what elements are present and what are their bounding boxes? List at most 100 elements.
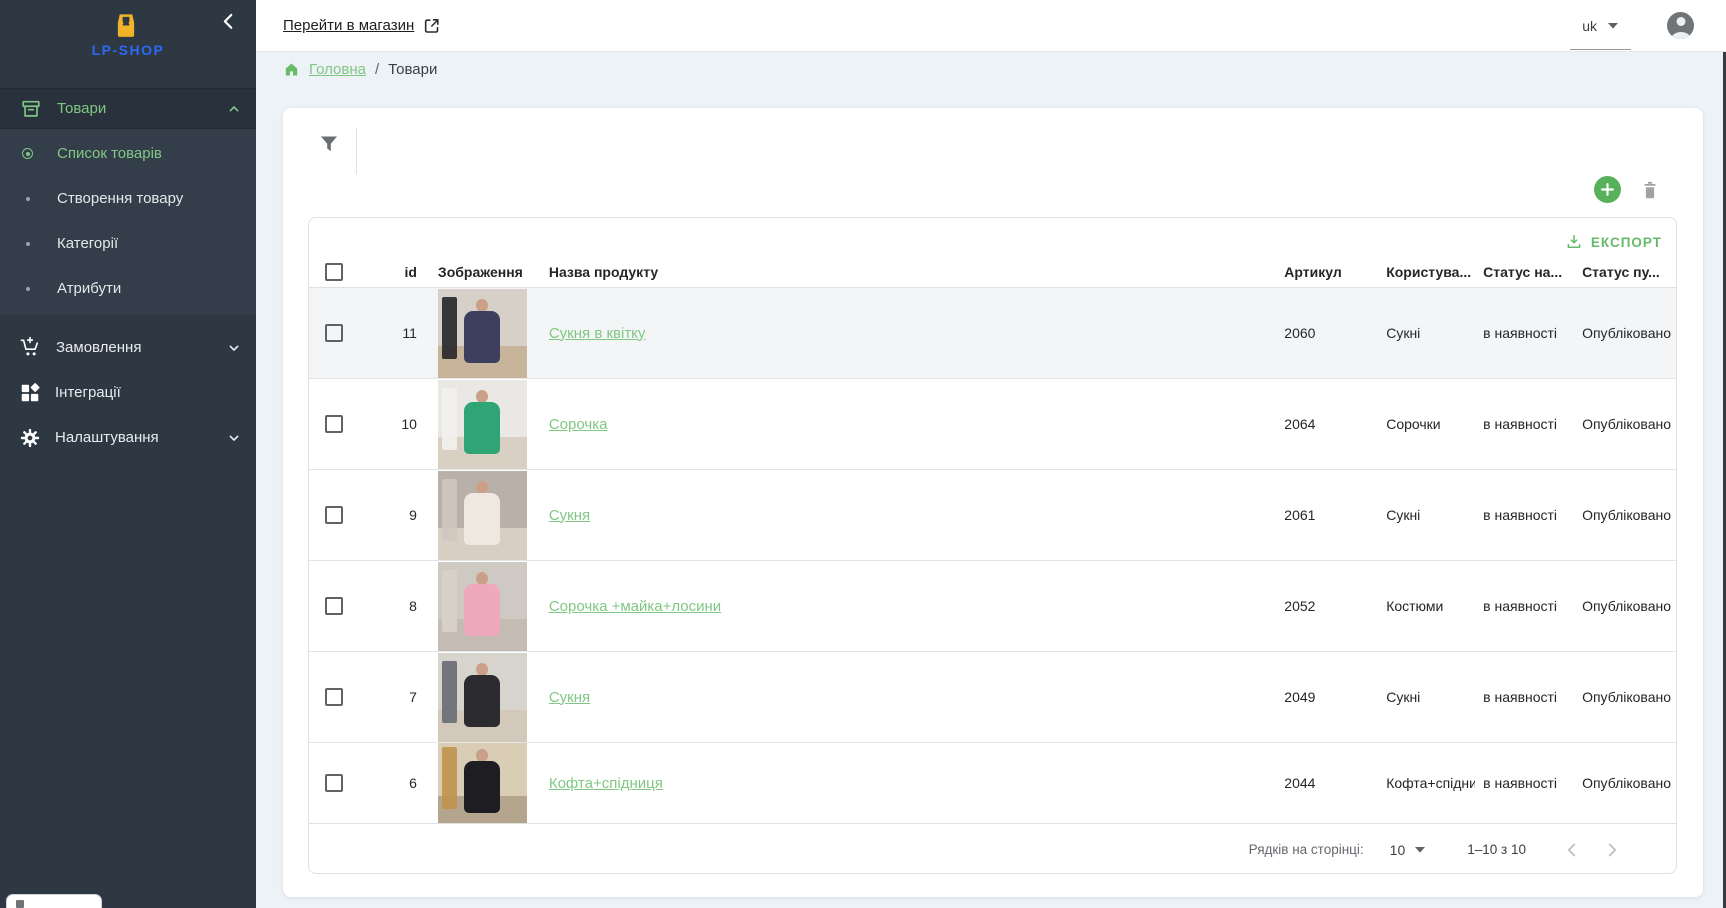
cell-publish-status: Опубліковано — [1574, 561, 1676, 651]
chevron-up-icon — [226, 101, 242, 117]
cell-sku: 2060 — [1276, 288, 1378, 378]
cell-publish-status: Опубліковано — [1574, 652, 1676, 742]
header-publish-status[interactable]: Статус пу... — [1574, 256, 1676, 287]
add-shopping-cart-icon — [19, 336, 42, 359]
sidebar-item-label: Налаштування — [55, 429, 159, 446]
bullet-icon — [26, 242, 30, 246]
sidebar-item-label: Створення товару — [57, 190, 183, 207]
cell-sku: 2049 — [1276, 652, 1378, 742]
product-link[interactable]: Сукня в квітку — [549, 325, 646, 342]
next-page-button[interactable] — [1600, 838, 1624, 862]
chevron-left-icon — [220, 12, 238, 30]
header-stock-status[interactable]: Статус на... — [1475, 256, 1574, 287]
cell-category: Сорочки — [1378, 379, 1475, 469]
row-checkbox[interactable] — [325, 324, 343, 342]
table-row: 9 Сукня 2061 Сукні в наявності Опубліков… — [309, 470, 1676, 561]
sidebar-collapse-button[interactable] — [216, 8, 242, 34]
chevron-left-icon — [1561, 839, 1583, 861]
logo-area: LP-SHOP — [0, 0, 256, 88]
add-product-button[interactable] — [1594, 176, 1621, 203]
product-image — [438, 289, 527, 378]
breadcrumb-current: Товари — [388, 61, 437, 78]
row-checkbox[interactable] — [325, 688, 343, 706]
header-image[interactable]: Зображення — [421, 256, 533, 287]
product-link[interactable]: Сорочка +майка+лосини — [549, 598, 721, 615]
external-link-icon — [422, 16, 442, 36]
sidebar-item-create-product[interactable]: Створення товару — [0, 176, 256, 221]
shop-bag-logo-icon — [111, 10, 141, 40]
export-button[interactable]: ЕКСПОРТ — [1565, 233, 1662, 251]
cell-stock-status: в наявності — [1475, 561, 1574, 651]
sidebar-item-settings[interactable]: Налаштування — [0, 415, 256, 460]
cell-sku: 2061 — [1276, 470, 1378, 560]
sidebar-item-products[interactable]: Товари — [0, 88, 256, 129]
cell-stock-status: в наявності — [1475, 470, 1574, 560]
pagination: Рядків на сторінці: 10 1–10 з 10 — [309, 823, 1676, 874]
product-image — [438, 743, 527, 823]
filter-button[interactable] — [319, 134, 341, 156]
funnel-filter-icon — [319, 134, 341, 154]
table-row: 6 Кофта+спідниця 2044 Кофта+спідниц в на… — [309, 743, 1676, 823]
rows-per-page-select[interactable]: 10 — [1390, 842, 1426, 858]
logo-text: LP-SHOP — [0, 42, 256, 58]
cell-stock-status: в наявності — [1475, 743, 1574, 823]
cell-publish-status: Опубліковано — [1574, 288, 1676, 378]
integrations-grid-icon — [19, 382, 41, 404]
cell-id: 9 — [363, 470, 421, 560]
header-id[interactable]: id — [363, 256, 421, 287]
caret-down-icon — [1608, 23, 1618, 29]
row-checkbox[interactable] — [325, 415, 343, 433]
chevron-right-icon — [1601, 839, 1623, 861]
select-all-checkbox[interactable] — [325, 263, 343, 281]
cell-id: 6 — [363, 743, 421, 823]
sidebar-item-product-list[interactable]: Список товарів — [0, 131, 256, 176]
cell-publish-status: Опубліковано — [1574, 379, 1676, 469]
breadcrumb-home-link[interactable]: Головна — [309, 61, 366, 78]
table-actions — [1594, 176, 1661, 203]
sidebar-item-orders[interactable]: Замовлення — [0, 325, 256, 370]
product-image — [438, 653, 527, 742]
row-checkbox[interactable] — [325, 506, 343, 524]
delete-button[interactable] — [1639, 179, 1661, 201]
go-to-store-link[interactable]: Перейти в магазин — [283, 16, 442, 36]
previous-page-button[interactable] — [1560, 838, 1584, 862]
page-range: 1–10 з 10 — [1467, 842, 1526, 857]
cell-category: Сукні — [1378, 652, 1475, 742]
bullet-icon — [26, 287, 30, 291]
row-checkbox[interactable] — [325, 597, 343, 615]
sidebar: LP-SHOP Товари Список товарів Створення — [0, 0, 256, 908]
cell-category: Костюми — [1378, 561, 1475, 651]
home-icon — [283, 61, 300, 78]
cell-id: 8 — [363, 561, 421, 651]
cell-publish-status: Опубліковано — [1574, 470, 1676, 560]
cell-category: Сукні — [1378, 470, 1475, 560]
product-link[interactable]: Сорочка — [549, 416, 608, 433]
sidebar-item-label: Товари — [57, 100, 106, 117]
header-sku[interactable]: Артикул — [1276, 256, 1378, 287]
cell-stock-status: в наявності — [1475, 652, 1574, 742]
table-row: 11 Сукня в квітку 2060 Сукні в наявності… — [309, 288, 1676, 379]
cell-stock-status: в наявності — [1475, 288, 1574, 378]
inventory-box-icon — [20, 98, 42, 120]
sidebar-item-label: Замовлення — [56, 339, 141, 356]
sidebar-item-categories[interactable]: Категорії — [0, 221, 256, 266]
sidebar-item-attributes[interactable]: Атрибути — [0, 266, 256, 311]
product-link[interactable]: Кофта+спідниця — [549, 775, 663, 792]
sidebar-item-integrations[interactable]: Інтеграції — [0, 370, 256, 415]
account-avatar-icon[interactable] — [1667, 12, 1694, 39]
cell-sku: 2052 — [1276, 561, 1378, 651]
row-checkbox[interactable] — [325, 774, 343, 792]
product-link[interactable]: Сукня — [549, 689, 590, 706]
active-bullet-icon — [22, 148, 33, 159]
store-link-label: Перейти в магазин — [283, 17, 414, 34]
header-category[interactable]: Користува... — [1378, 256, 1475, 287]
product-link[interactable]: Сукня — [549, 507, 590, 524]
header-name[interactable]: Назва продукту — [533, 256, 1276, 287]
cell-id: 7 — [363, 652, 421, 742]
language-select[interactable]: uk — [1570, 15, 1631, 50]
cell-id: 11 — [363, 288, 421, 378]
caret-down-icon — [1415, 847, 1425, 853]
sidebar-item-label: Список товарів — [57, 145, 162, 162]
page-buttons — [1560, 838, 1624, 862]
products-card: ЕКСПОРТ id Зображення Назва продукту Арт… — [283, 108, 1703, 897]
